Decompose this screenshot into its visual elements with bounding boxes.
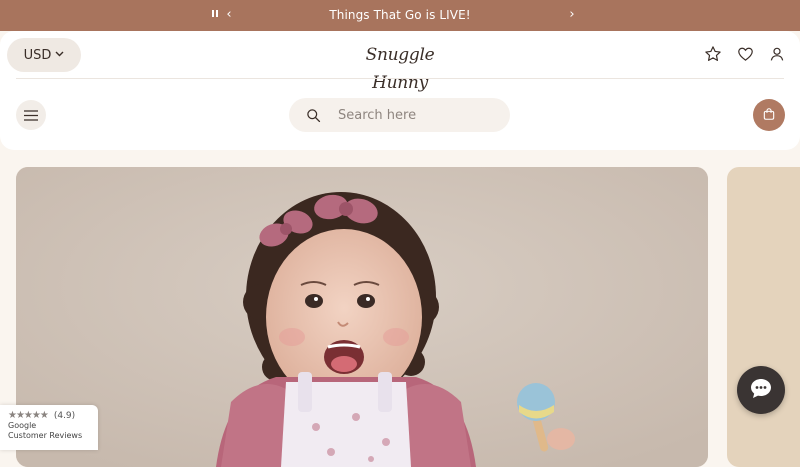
chat-button[interactable] [737, 366, 785, 414]
announcement-message[interactable]: Things That Go is LIVE! [0, 8, 800, 22]
header-actions [702, 43, 788, 65]
currency-selector[interactable]: USD [7, 38, 81, 72]
review-source-line1: Google [8, 421, 37, 430]
hamburger-icon [24, 106, 38, 125]
hero-next-slide[interactable] [727, 167, 800, 467]
search-bar[interactable] [289, 98, 510, 132]
currency-label: USD [23, 47, 52, 63]
announcement-next-button[interactable]: › [565, 6, 579, 24]
announcement-bar: ‹ Things That Go is LIVE! › [0, 0, 800, 31]
rating-score: (4.9) [53, 410, 76, 421]
chat-bubble-icon [749, 377, 773, 403]
user-icon[interactable] [766, 43, 788, 65]
hero-banner[interactable] [16, 167, 708, 467]
shopping-bag-icon [762, 106, 776, 125]
heart-icon[interactable] [734, 43, 756, 65]
menu-button[interactable] [16, 100, 46, 130]
google-reviews-badge[interactable]: ★★★★★ (4.9) Google Customer Reviews [0, 405, 98, 450]
search-icon[interactable] [303, 105, 323, 125]
rating-stars: ★★★★★ [8, 410, 49, 421]
header-divider [16, 78, 784, 79]
search-input[interactable] [338, 107, 488, 123]
review-source-line2: Customer Reviews [8, 431, 83, 440]
cart-button[interactable] [753, 99, 785, 131]
chevron-down-icon [55, 50, 64, 60]
hero-photo [16, 167, 708, 467]
site-header: USD Snuggle Hunny [0, 31, 800, 150]
star-icon[interactable] [702, 43, 724, 65]
site-logo[interactable]: Snuggle Hunny [350, 41, 450, 93]
